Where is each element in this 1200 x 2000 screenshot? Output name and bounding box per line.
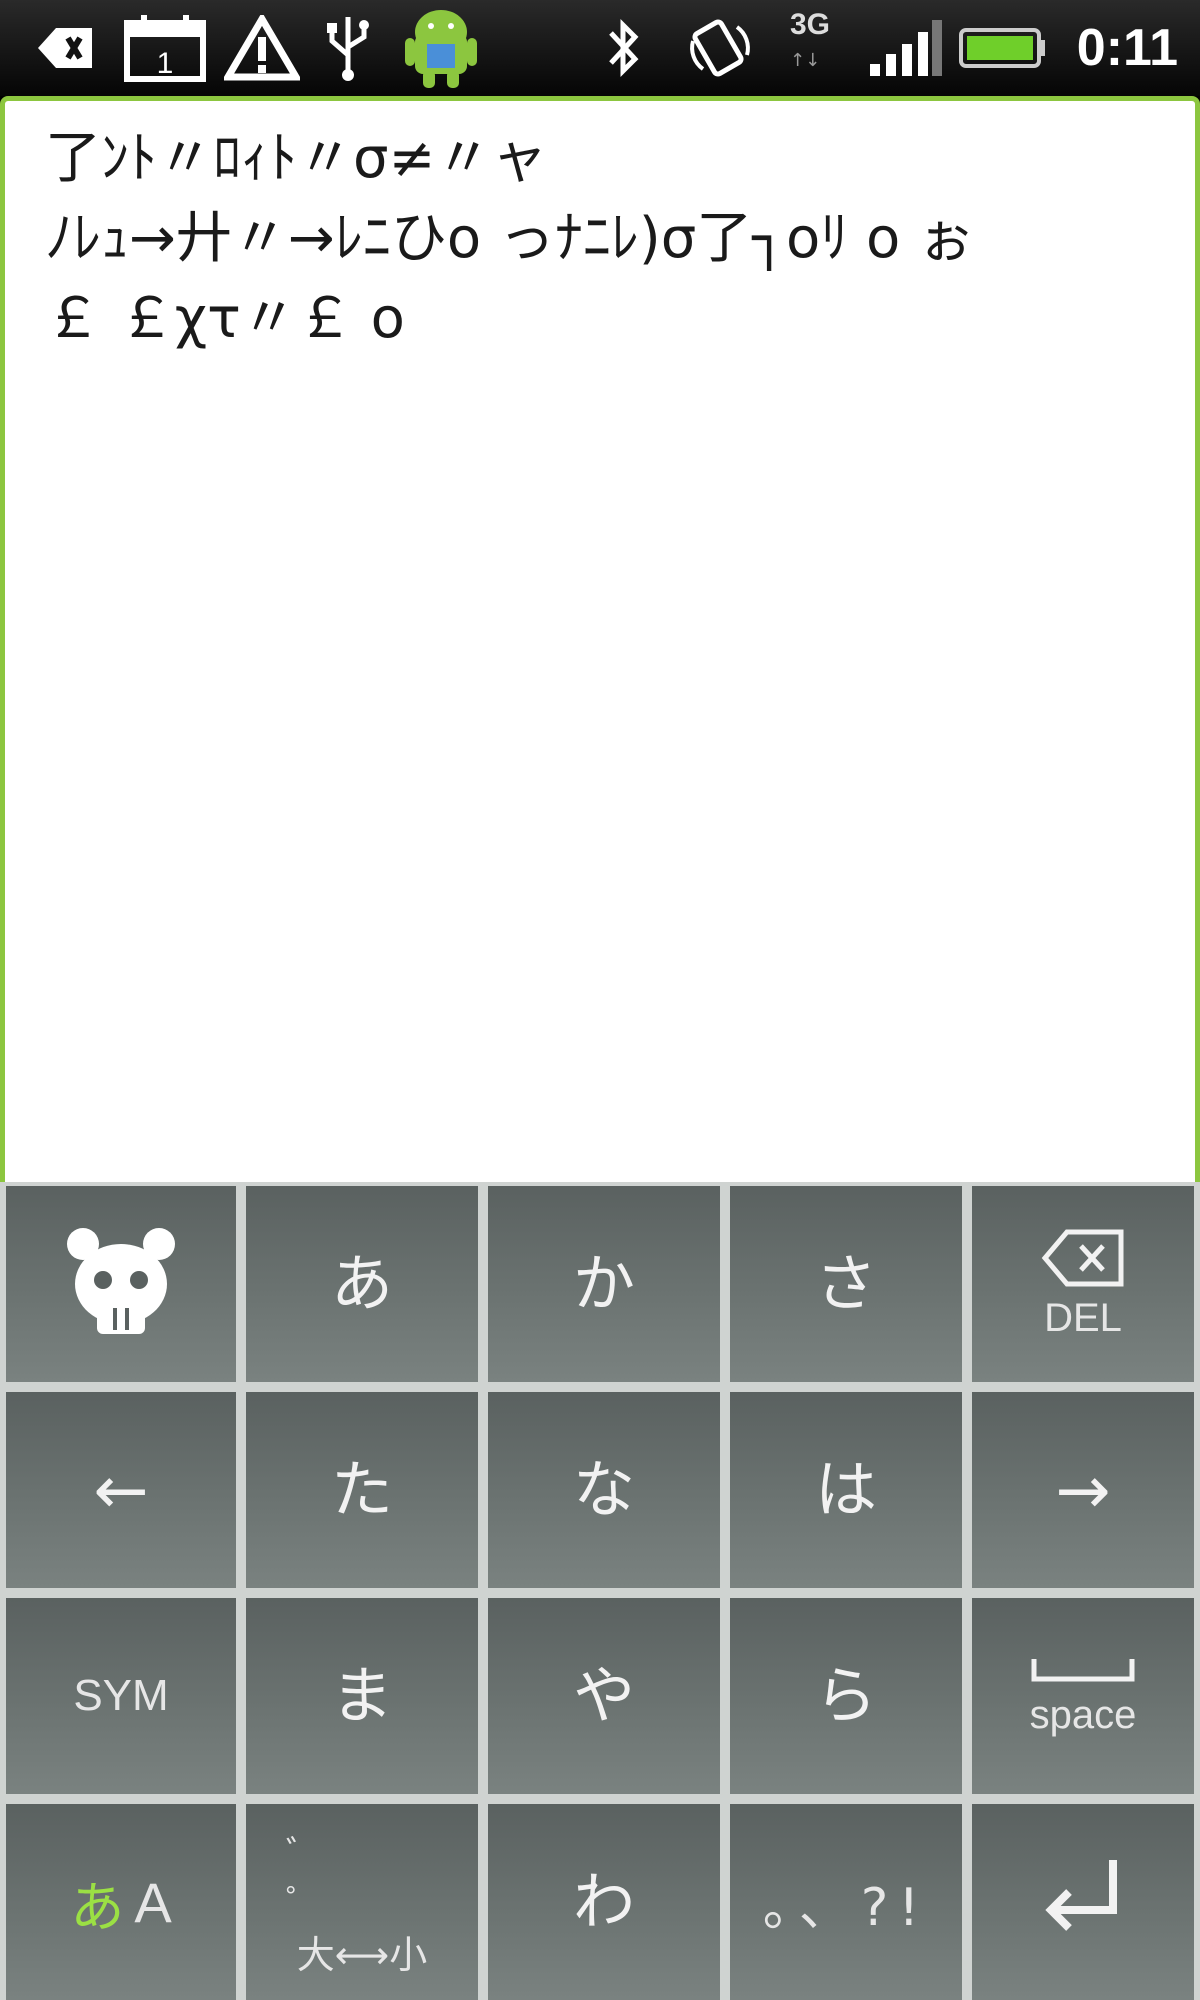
case-toggle-key[interactable]: ゛ ゜ 大⟷小 <box>246 1804 478 2000</box>
delete-key-label: DEL <box>1044 1295 1122 1340</box>
punctuation-key[interactable]: 。、?! <box>730 1804 962 2000</box>
size-toggle-label: 大⟷小 <box>296 1932 428 1977</box>
usb-icon <box>318 12 378 84</box>
back-arrow-icon <box>30 12 100 84</box>
key-a[interactable]: あ <box>246 1186 478 1382</box>
calendar-icon: 1 <box>120 12 210 84</box>
emoji-key[interactable] <box>6 1186 236 1382</box>
key-ta-label: た <box>330 1453 393 1526</box>
key-ka[interactable]: か <box>488 1186 720 1382</box>
key-na[interactable]: な <box>488 1392 720 1588</box>
signal-icon <box>866 12 946 84</box>
cursor-left-label: ← <box>93 1451 149 1529</box>
key-ma[interactable]: ま <box>246 1598 478 1794</box>
battery-icon <box>958 12 1048 84</box>
mode-alpha-label: A <box>134 1870 172 1934</box>
text-input-area[interactable]: 了ﾝﾄ〃ﾛｨﾄ〃σ≠〃ャ ﾉﾚｭ→廾〃→ﾚﾆひo っﾅﾆﾚ)σ了┐oﾘ o ぉ … <box>0 96 1200 1182</box>
key-ha[interactable]: は <box>730 1392 962 1588</box>
key-ya[interactable]: や <box>488 1598 720 1794</box>
punctuation-label: 。、?! <box>762 1877 930 1938</box>
space-key[interactable]: space <box>972 1598 1194 1794</box>
key-a-label: あ <box>330 1247 393 1320</box>
cursor-right-key[interactable]: → <box>972 1392 1194 1588</box>
key-sa-label: さ <box>814 1247 877 1320</box>
key-ya-label: や <box>572 1659 635 1732</box>
key-na-label: な <box>572 1453 635 1526</box>
key-sa[interactable]: さ <box>730 1186 962 1382</box>
enter-key[interactable] <box>972 1804 1194 2000</box>
status-bar: 1 3G ↑↓ 0:11 <box>0 0 1200 96</box>
symbol-key-label: SYM <box>73 1671 169 1720</box>
clock: 0:11 <box>1076 19 1178 77</box>
key-ha-label: は <box>814 1453 877 1526</box>
key-wa-label: わ <box>572 1865 635 1938</box>
dakuten-label: ゛ ゜ <box>286 1833 360 1923</box>
emoji-face-icon <box>61 1222 181 1346</box>
key-wa[interactable]: わ <box>488 1804 720 2000</box>
symbol-key[interactable]: SYM <box>6 1598 236 1794</box>
android-icon <box>398 4 484 92</box>
input-mode-key[interactable]: あ A <box>6 1804 236 2000</box>
key-ta[interactable]: た <box>246 1392 478 1588</box>
rotate-icon <box>680 12 760 84</box>
svg-text:1: 1 <box>157 47 174 80</box>
warning-icon <box>222 12 302 84</box>
space-key-label: space <box>1029 1692 1137 1737</box>
key-ka-label: か <box>572 1247 635 1320</box>
key-ra-label: ら <box>814 1659 877 1732</box>
software-keyboard: あ か さ DEL ← た な は → SYM ま や ら space あ A … <box>0 1182 1200 2000</box>
space-bar-icon <box>1028 1655 1138 1689</box>
text-content: 了ﾝﾄ〃ﾛｨﾄ〃σ≠〃ャ ﾉﾚｭ→廾〃→ﾚﾆひo っﾅﾆﾚ)σ了┐oﾘ o ぉ … <box>45 126 975 351</box>
key-ma-label: ま <box>330 1659 393 1732</box>
network-type: 3G <box>789 8 831 41</box>
backspace-icon <box>1041 1228 1125 1292</box>
network-activity: ↑↓ <box>790 50 821 71</box>
delete-key[interactable]: DEL <box>972 1186 1194 1382</box>
enter-icon <box>1033 1850 1133 1954</box>
key-ra[interactable]: ら <box>730 1598 962 1794</box>
cursor-left-key[interactable]: ← <box>6 1392 236 1588</box>
bluetooth-icon <box>598 12 648 84</box>
cursor-right-label: → <box>1055 1451 1111 1529</box>
mode-kana-label: あ <box>70 1875 125 1939</box>
